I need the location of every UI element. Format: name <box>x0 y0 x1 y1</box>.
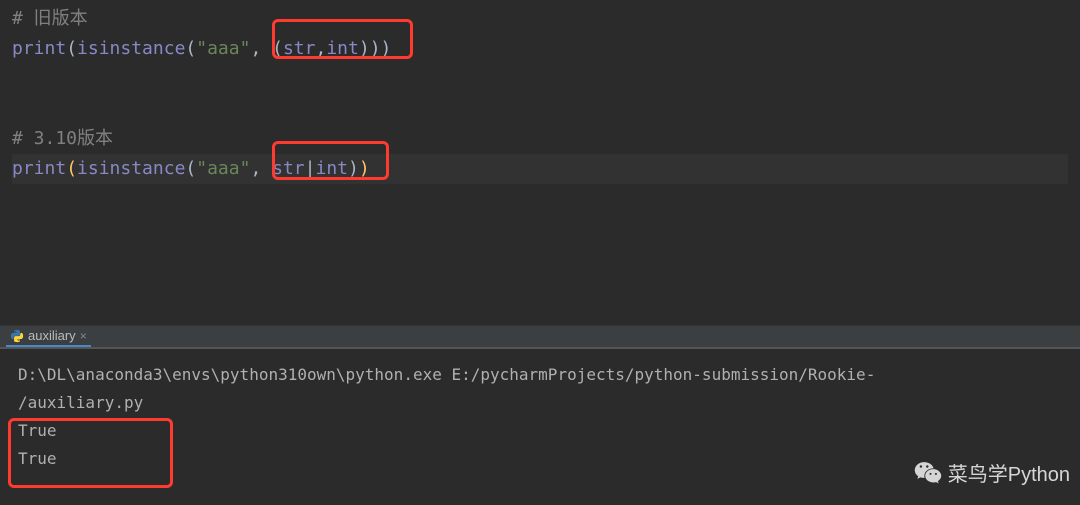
paren: ( <box>66 158 77 179</box>
console-tab-bar: auxiliary × <box>0 325 1080 349</box>
watermark-text: 菜鸟学Python <box>948 458 1070 487</box>
print-call: print <box>12 158 66 179</box>
paren: ( <box>66 38 77 59</box>
code-line <box>12 94 1068 124</box>
console-tab[interactable]: auxiliary × <box>6 326 91 347</box>
comment: # 3.10版本 <box>12 128 113 149</box>
pipe: | <box>305 158 316 179</box>
print-call: print <box>12 38 66 59</box>
console-output-line: True <box>18 445 1062 473</box>
comment: # 旧版本 <box>12 8 88 29</box>
console-command: /auxiliary.py <box>18 389 1062 417</box>
paren: ) <box>370 38 381 59</box>
tuple-open: ( <box>272 38 283 59</box>
paren: ) <box>381 38 392 59</box>
type-str: str <box>283 38 316 59</box>
comma: , <box>250 38 272 59</box>
comma: , <box>250 158 272 179</box>
python-icon <box>10 329 24 343</box>
close-icon[interactable]: × <box>80 329 87 343</box>
string-literal: "aaa" <box>196 38 250 59</box>
tuple-close: ) <box>359 38 370 59</box>
code-line: print(isinstance("aaa", str|int)) <box>12 154 1068 184</box>
code-line: # 旧版本 <box>12 4 1068 34</box>
wechat-icon <box>914 459 942 487</box>
string-literal: "aaa" <box>196 158 250 179</box>
tab-label: auxiliary <box>28 328 76 343</box>
code-line: # 3.10版本 <box>12 124 1068 154</box>
paren: ) <box>348 158 359 179</box>
paren: ) <box>359 158 370 179</box>
watermark: 菜鸟学Python <box>914 458 1070 487</box>
comma: , <box>315 38 326 59</box>
code-editor[interactable]: # 旧版本 print(isinstance("aaa", (str,int))… <box>0 0 1080 325</box>
paren: ( <box>185 38 196 59</box>
type-int: int <box>315 158 348 179</box>
console-command: D:\DL\anaconda3\envs\python310own\python… <box>18 361 1062 389</box>
code-line <box>12 64 1068 94</box>
type-str: str <box>272 158 305 179</box>
paren: ( <box>185 158 196 179</box>
code-line: print(isinstance("aaa", (str,int))) <box>12 34 1068 64</box>
isinstance-call: isinstance <box>77 38 185 59</box>
isinstance-call: isinstance <box>77 158 185 179</box>
console-output-line: True <box>18 417 1062 445</box>
type-int: int <box>326 38 359 59</box>
